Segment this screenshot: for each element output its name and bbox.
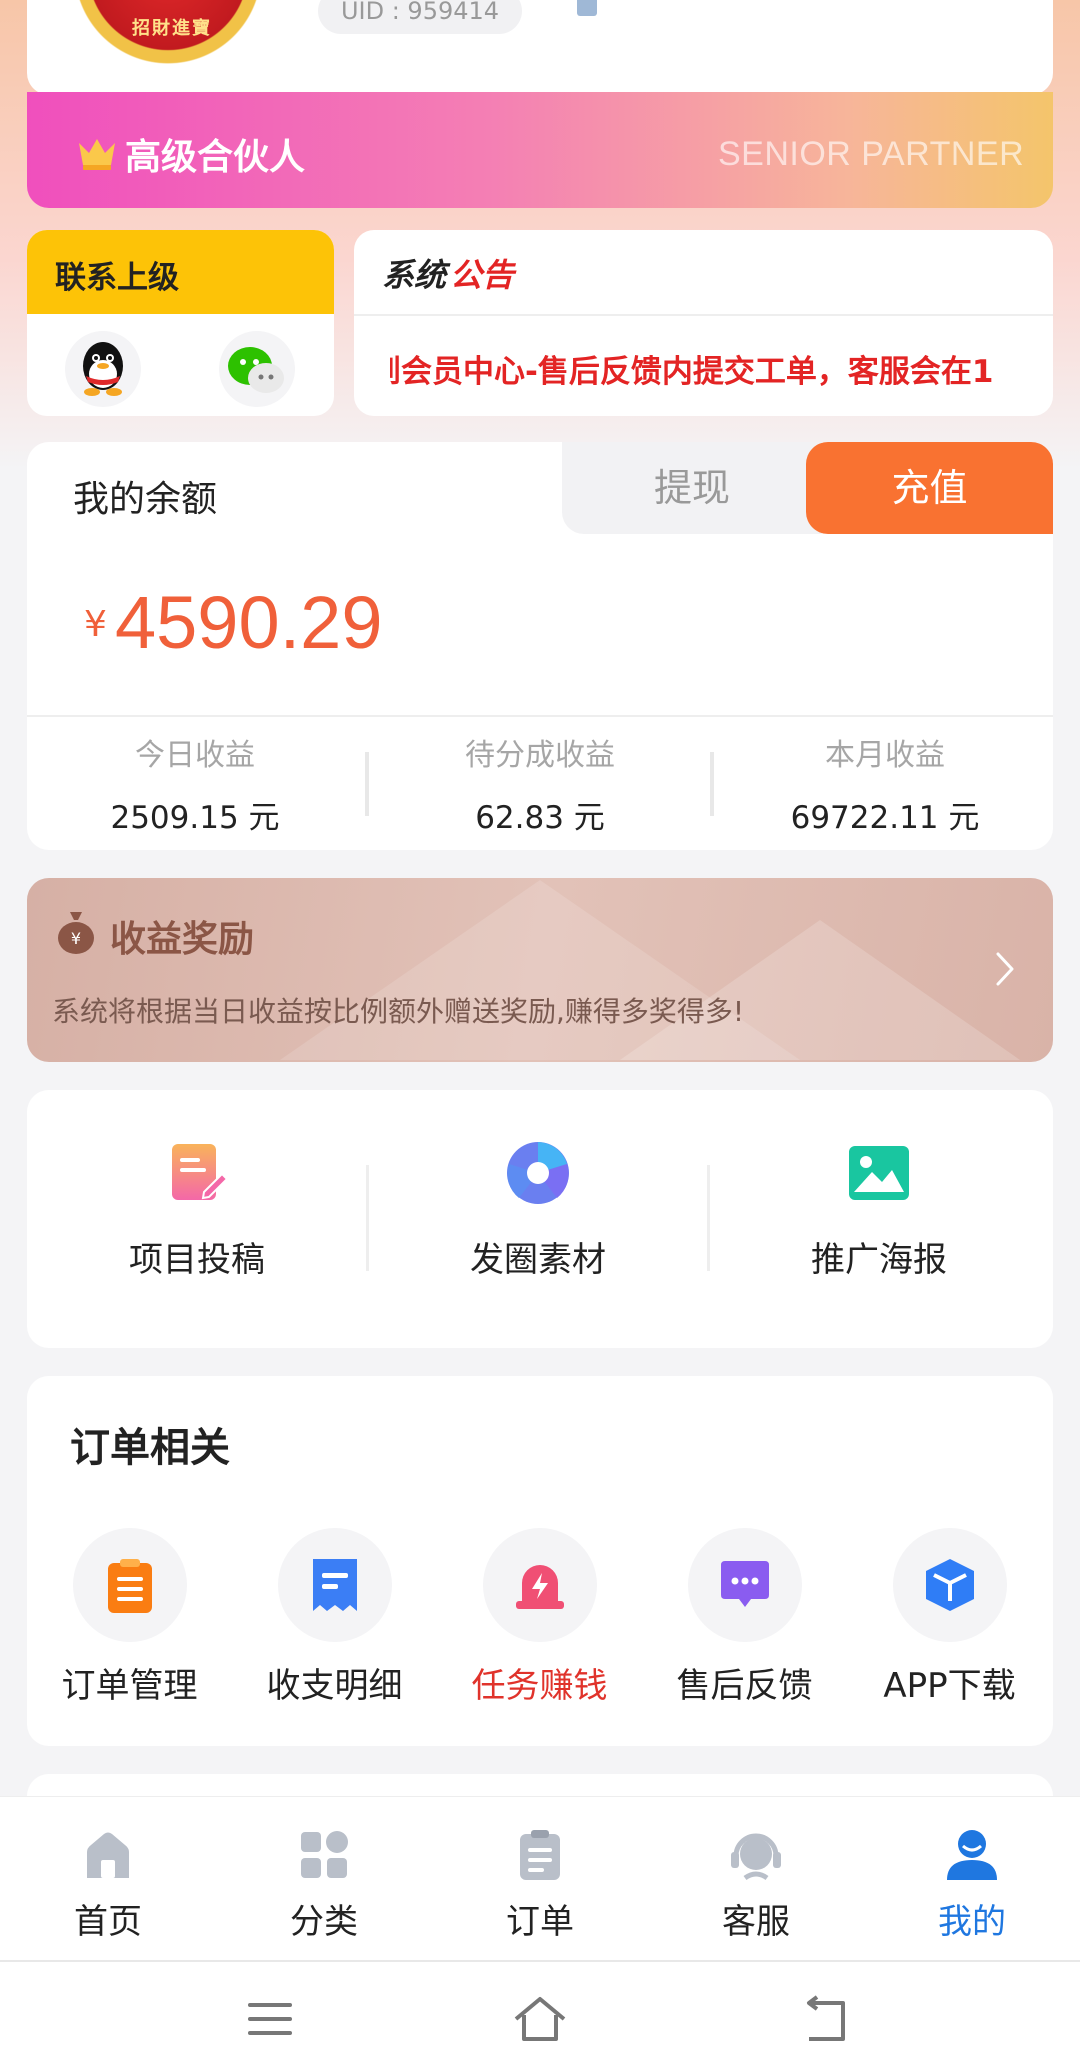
recharge-button[interactable]: 充值: [806, 442, 1053, 534]
stat-today-earnings: 今日收益 2509.15 元: [30, 730, 360, 837]
qq-icon[interactable]: [64, 330, 142, 408]
nav-customer-service[interactable]: 客服: [648, 1826, 864, 1943]
tool-project-submission[interactable]: 项目投稿: [27, 1140, 367, 1281]
stat-value: 2509.15 元: [110, 800, 280, 836]
tool-promo-poster[interactable]: 推广海报: [709, 1140, 1049, 1281]
nav-category[interactable]: 分类: [216, 1826, 432, 1943]
order-label: 任务赚钱: [471, 1666, 608, 1706]
reward-title: 收益奖励: [110, 919, 255, 960]
reward-description: 系统将根据当日收益按比例额外赠送奖励,赚得多奖得多!: [52, 995, 745, 1028]
withdraw-button[interactable]: 提现: [562, 442, 822, 534]
icon-circle: [277, 1528, 392, 1642]
clipboard-list-icon: [107, 1559, 152, 1613]
order-management[interactable]: 订单管理: [27, 1528, 232, 1707]
notice-divider: [354, 314, 1053, 316]
icon-circle: [72, 1528, 187, 1642]
nav-label: 客服: [722, 1902, 790, 1942]
uid-label: UID : 959414: [318, 0, 522, 34]
nav-label: 分类: [290, 1902, 358, 1942]
stat-value: 62.83 元: [475, 800, 605, 836]
avatar-text: 招財進寶: [132, 18, 212, 39]
task-earn-money[interactable]: 任务赚钱: [437, 1528, 642, 1707]
icon-circle: [892, 1528, 1007, 1642]
money-bag-icon: ¥: [58, 912, 94, 954]
clipboard-icon: [520, 1830, 560, 1880]
nav-home[interactable]: 首页: [0, 1826, 216, 1943]
menu-icon[interactable]: [240, 1995, 300, 2045]
stats-divider: [27, 715, 1053, 717]
image-icon: [849, 1146, 909, 1200]
order-label: APP下载: [883, 1666, 1016, 1706]
icon-circle: [482, 1528, 597, 1642]
nav-label: 我的: [938, 1902, 1006, 1942]
wechat-icon[interactable]: [218, 330, 296, 408]
document-edit-icon: [172, 1144, 229, 1200]
nav-label: 首页: [74, 1902, 142, 1942]
svg-text:¥: ¥: [71, 929, 81, 948]
crown-icon: [79, 139, 115, 170]
order-label: 订单管理: [61, 1666, 198, 1706]
orders-title: 订单相关: [70, 1425, 230, 1471]
back-icon[interactable]: [795, 1995, 855, 2045]
copy-icon[interactable]: [571, 0, 601, 22]
chat-bubble-icon: [720, 1561, 769, 1607]
stat-value: 69722.11 元: [790, 800, 980, 836]
stat-label: 今日收益: [135, 738, 255, 773]
alarm-lightning-icon: [515, 1565, 564, 1609]
partner-subtitle: SENIOR PARTNER: [718, 135, 1025, 173]
aperture-icon: [507, 1142, 569, 1204]
home-outline-icon[interactable]: [510, 1995, 570, 2045]
stat-monthly-earnings: 本月收益 69722.11 元: [720, 730, 1050, 837]
notice-text: 到会员中心-售后反馈内提交工单，客服会在1: [390, 354, 994, 390]
partner-title: 高级合伙人: [125, 137, 306, 178]
income-expense-details[interactable]: 收支明细: [232, 1528, 437, 1707]
stat-label: 待分成收益: [465, 738, 615, 773]
notice-marquee[interactable]: 到会员中心-售后反馈内提交工单，客服会在1: [390, 346, 1015, 392]
contact-title: 联系上级: [55, 260, 179, 296]
tool-label: 项目投稿: [129, 1240, 265, 1280]
chevron-right-icon[interactable]: [990, 944, 1020, 994]
nav-label: 订单: [506, 1902, 574, 1942]
package-box-icon: [925, 1559, 974, 1611]
currency-symbol: ¥: [84, 604, 107, 645]
nav-orders[interactable]: 订单: [432, 1826, 648, 1943]
notice-title-system: 系统: [382, 256, 447, 294]
nav-profile[interactable]: 我的: [864, 1826, 1080, 1943]
stat-separator: [365, 752, 369, 816]
receipt-icon: [312, 1559, 357, 1611]
notice-title-announcement: 公告: [450, 256, 515, 294]
user-icon: [947, 1830, 997, 1880]
tool-label: 推广海报: [811, 1240, 947, 1280]
tool-moments-material[interactable]: 发圈素材: [368, 1140, 708, 1281]
stat-label: 本月收益: [825, 738, 945, 773]
tool-label: 发圈素材: [470, 1240, 606, 1280]
app-download[interactable]: APP下载: [847, 1528, 1052, 1707]
order-label: 售后反馈: [676, 1666, 813, 1706]
headset-icon: [731, 1833, 781, 1881]
icon-circle: [687, 1528, 802, 1642]
stat-separator: [710, 752, 714, 816]
stat-pending-earnings: 待分成收益 62.83 元: [375, 730, 705, 837]
order-label: 收支明细: [266, 1666, 403, 1706]
balance-title: 我的余额: [73, 479, 218, 520]
after-sales-feedback[interactable]: 售后反馈: [642, 1528, 847, 1707]
grid-icon: [301, 1831, 348, 1878]
home-icon: [87, 1832, 129, 1878]
balance-amount: 4590.29: [115, 581, 383, 664]
